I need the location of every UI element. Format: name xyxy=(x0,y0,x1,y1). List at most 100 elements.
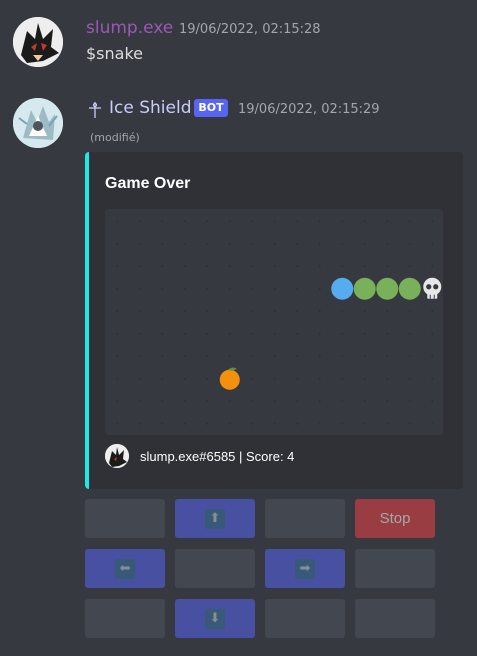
embed-title: Game Over xyxy=(105,175,191,192)
grid-dot xyxy=(431,377,434,380)
snake-segment xyxy=(398,277,421,300)
grid-dot xyxy=(138,242,141,245)
grid-dot xyxy=(228,400,231,403)
grid-dot xyxy=(296,332,299,335)
grid-dot xyxy=(161,287,164,290)
snake-head xyxy=(331,277,354,300)
grid-dot xyxy=(363,355,366,358)
grid-dot xyxy=(228,355,231,358)
empty-button[interactable] xyxy=(355,599,435,638)
snake-segment xyxy=(353,277,376,300)
grid-dot xyxy=(228,422,231,425)
grid-dot xyxy=(138,287,141,290)
user-avatar[interactable] xyxy=(13,17,63,67)
grid-dot xyxy=(161,242,164,245)
grid-dot xyxy=(161,332,164,335)
empty-button[interactable] xyxy=(355,549,435,588)
grid-dot xyxy=(296,377,299,380)
grid-dot xyxy=(408,332,411,335)
empty-button[interactable] xyxy=(265,499,345,538)
arrow-left-button[interactable]: ⬅ xyxy=(85,549,165,588)
grid-dot xyxy=(228,265,231,268)
grid-dot xyxy=(386,265,389,268)
grid-dot xyxy=(363,377,366,380)
author-name[interactable]: Ice Shield xyxy=(109,98,192,118)
orange-icon xyxy=(219,367,240,390)
grid-dot xyxy=(296,310,299,313)
arrow-up-button[interactable]: ⬆ xyxy=(175,499,255,538)
grid-dot xyxy=(408,220,411,223)
grid-dot xyxy=(116,332,119,335)
empty-button[interactable] xyxy=(85,599,165,638)
grid-dot xyxy=(183,377,186,380)
grid-dot xyxy=(251,422,254,425)
grid-dot xyxy=(296,287,299,290)
grid-dot xyxy=(251,332,254,335)
grid-dot xyxy=(161,265,164,268)
embed-footer: slump.exe#6585 | Score: 4 xyxy=(140,449,295,464)
grid-dot xyxy=(408,400,411,403)
grid-dot xyxy=(228,310,231,313)
grid-dot xyxy=(161,377,164,380)
grid-dot xyxy=(363,400,366,403)
arrow-right-button[interactable]: ➡ xyxy=(265,549,345,588)
grid-dot xyxy=(363,265,366,268)
grid-dot xyxy=(228,332,231,335)
grid-dot xyxy=(116,220,119,223)
grid-dot xyxy=(431,422,434,425)
author-name[interactable]: slump.exe xyxy=(86,18,173,38)
grid-dot xyxy=(273,265,276,268)
grid-dot xyxy=(296,355,299,358)
grid-dot xyxy=(251,265,254,268)
grid-dot xyxy=(408,422,411,425)
grid-dot xyxy=(341,355,344,358)
arrow-down-icon: ⬇ xyxy=(205,608,225,629)
grid-dot xyxy=(296,400,299,403)
grid-dot xyxy=(273,377,276,380)
grid-dot xyxy=(386,400,389,403)
grid-dot xyxy=(116,265,119,268)
grid-dot xyxy=(138,332,141,335)
grid-dot xyxy=(431,265,434,268)
stop-button[interactable]: Stop xyxy=(355,499,435,538)
grid-dot xyxy=(341,242,344,245)
grid-dot xyxy=(138,377,141,380)
grid-dot xyxy=(296,422,299,425)
grid-dot xyxy=(183,400,186,403)
grid-dot xyxy=(116,287,119,290)
grid-dot xyxy=(386,332,389,335)
grid-dot xyxy=(228,242,231,245)
grid-dot xyxy=(408,355,411,358)
empty-button[interactable] xyxy=(85,499,165,538)
grid-dot xyxy=(183,242,186,245)
grid-dot xyxy=(116,242,119,245)
grid-dot xyxy=(408,377,411,380)
grid-dot xyxy=(206,422,209,425)
grid-dot xyxy=(183,355,186,358)
grid-dot xyxy=(318,242,321,245)
grid-dot xyxy=(138,400,141,403)
empty-button[interactable] xyxy=(175,549,255,588)
grid-dot xyxy=(273,220,276,223)
grid-dot xyxy=(296,220,299,223)
grid-dot xyxy=(318,422,321,425)
arrow-down-button[interactable]: ⬇ xyxy=(175,599,255,638)
grid-dot xyxy=(251,287,254,290)
grid-dot xyxy=(206,377,209,380)
grid-dot xyxy=(138,310,141,313)
skull-icon xyxy=(423,277,442,299)
grid-dot xyxy=(431,332,434,335)
grid-dot xyxy=(183,287,186,290)
grid-dot xyxy=(183,332,186,335)
grid-dot xyxy=(116,400,119,403)
grid-dot xyxy=(116,310,119,313)
embed: Game Over slump.exe#6585 | Score: 4 xyxy=(85,152,463,489)
grid-dot xyxy=(431,355,434,358)
grid-dot xyxy=(386,377,389,380)
empty-button[interactable] xyxy=(265,599,345,638)
arrow-up-icon: ⬆ xyxy=(205,508,225,529)
message-timestamp: 19/06/2022, 02:15:28 xyxy=(179,22,321,37)
bot-avatar[interactable] xyxy=(13,98,63,148)
grid-dot xyxy=(161,422,164,425)
grid-dot xyxy=(318,355,321,358)
